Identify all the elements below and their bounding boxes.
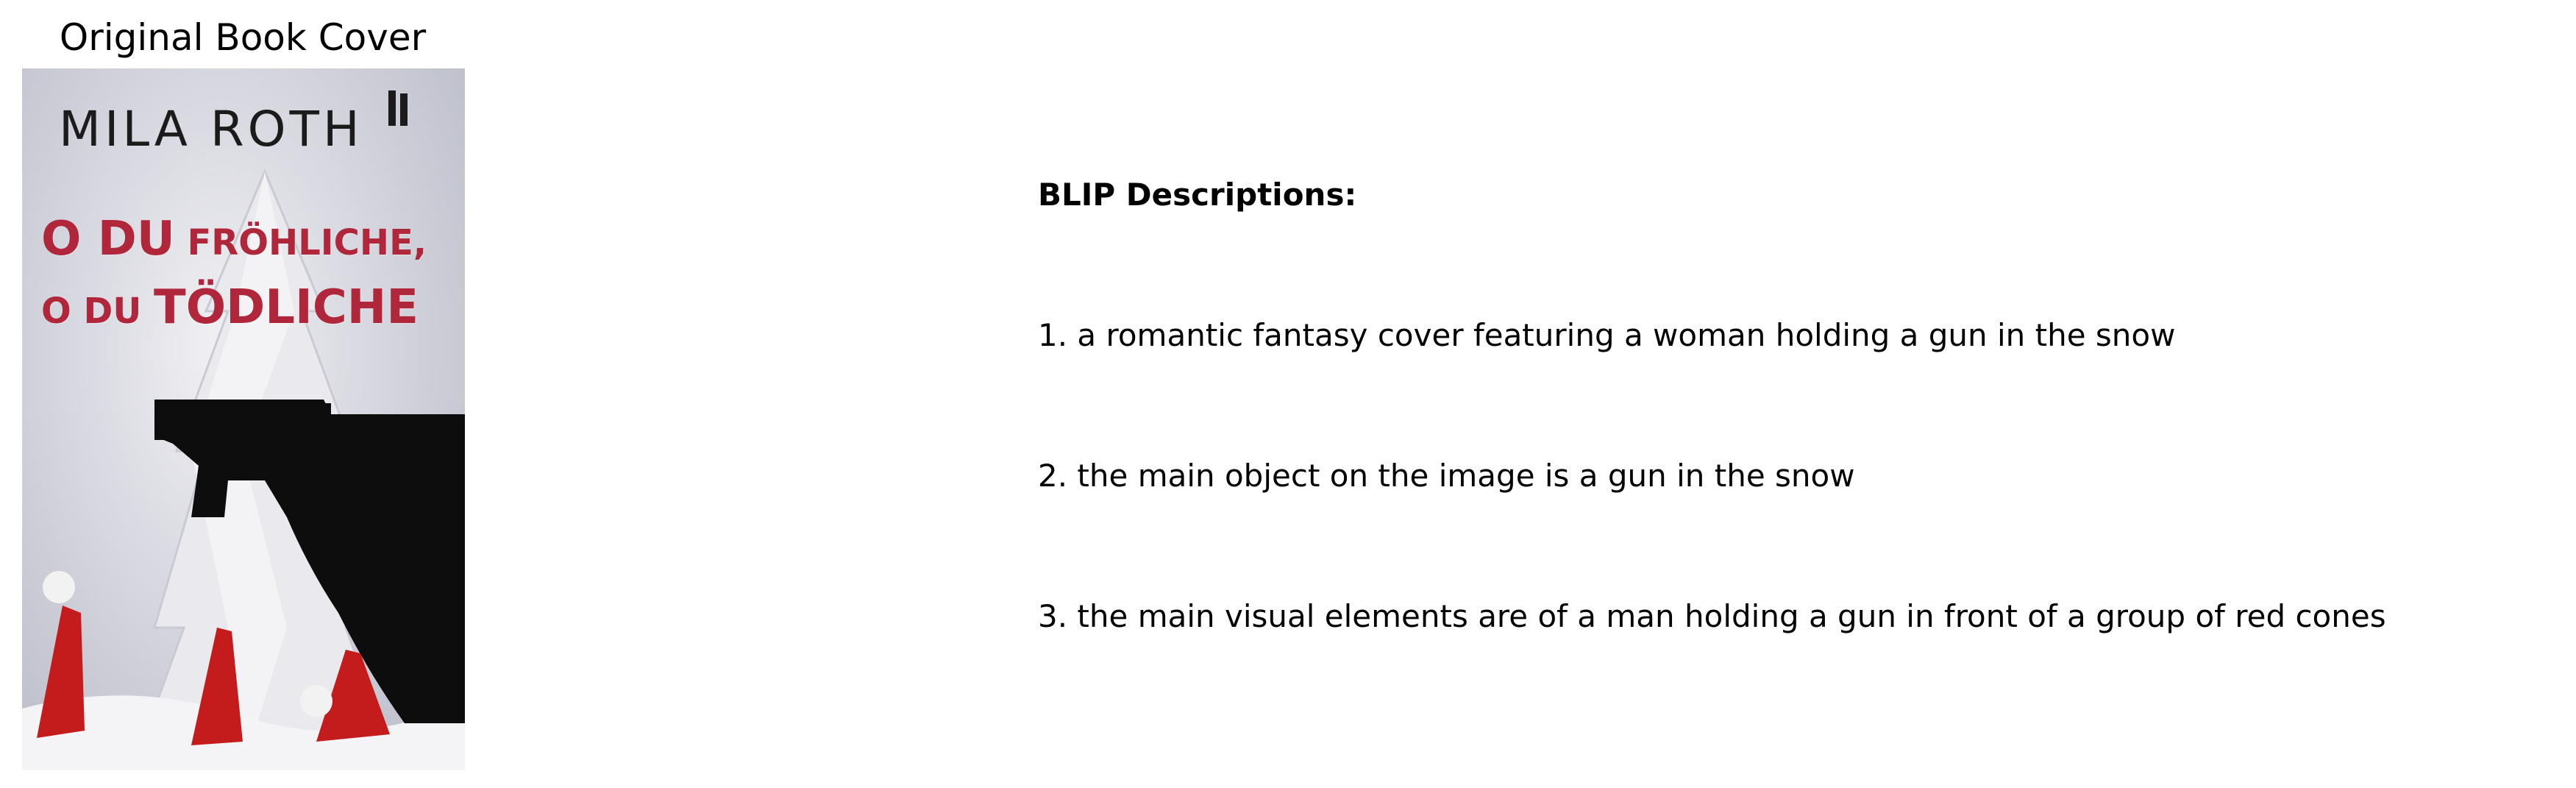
cover-title-part: TÖDLICHE [154,280,419,335]
cover-title-part: O DU [41,212,175,266]
cover-author: MILA ROTH [59,101,363,157]
cover-title-part: O DU [41,291,154,332]
cover-panel-title: Original Book Cover [59,16,427,59]
blip-description: 2. the main object on the image is a gun… [1038,458,1855,494]
blip-description: 3. the main visual elements are of a man… [1038,598,2386,634]
cover-artwork [22,90,465,770]
cover-title-line-2: O DU TÖDLICHE [41,280,419,335]
cover-title-part: FRÖHLICHE, [174,222,427,263]
blip-heading: BLIP Descriptions: [1038,177,1357,213]
cover-title-line-1: O DU FRÖHLICHE, [41,212,427,266]
blip-description: 1. a romantic fantasy cover featuring a … [1038,317,2176,353]
book-cover-image: MILA ROTH O DU FRÖHLICHE, O DU TÖDLICHE [22,68,465,770]
